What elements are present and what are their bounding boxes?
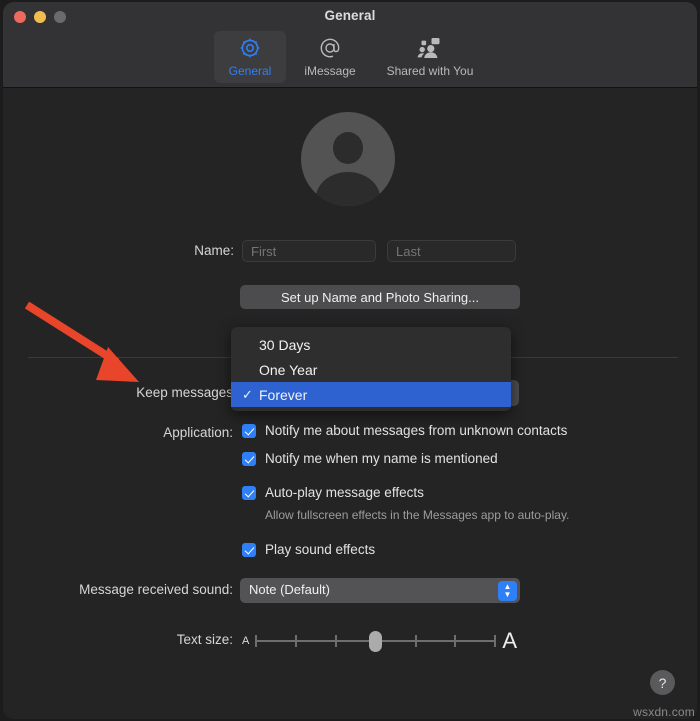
tab-general[interactable]: General <box>214 31 286 83</box>
text-size-slider-group: A A <box>242 626 517 656</box>
setup-name-photo-sharing-button[interactable]: Set up Name and Photo Sharing... <box>240 285 520 309</box>
text-size-slider[interactable] <box>255 629 497 653</box>
checkbox-label: Notify me when my name is mentioned <box>265 451 498 466</box>
last-name-input[interactable] <box>387 240 516 262</box>
menu-item-forever[interactable]: ✓ Forever <box>231 382 511 407</box>
menu-item-label: One Year <box>259 361 318 378</box>
tab-general-label: General <box>228 64 272 78</box>
chevron-down-icon: ▼ <box>503 589 512 599</box>
slider-tick <box>494 635 497 647</box>
checkbox-row-play-sound-effects[interactable]: Play sound effects <box>242 542 375 557</box>
keep-messages-dropdown-menu[interactable]: ✓ 30 Days ✓ One Year ✓ Forever <box>231 327 511 411</box>
menu-item-label: Forever <box>259 386 308 403</box>
checkbox-name-mentioned[interactable] <box>242 452 256 466</box>
menu-item-label: 30 Days <box>259 336 311 353</box>
preferences-window: General General iMessage Shared with You… <box>3 2 697 719</box>
checkbox-unknown-contacts[interactable] <box>242 424 256 438</box>
at-sign-icon <box>318 35 342 61</box>
message-received-sound-popup[interactable]: Note (Default) ▲ ▼ <box>240 578 520 603</box>
auto-play-help-text: Allow fullscreen effects in the Messages… <box>265 508 570 522</box>
checkbox-label: Notify me about messages from unknown co… <box>265 423 568 438</box>
window-titlebar: General General iMessage Shared with You <box>3 2 697 88</box>
slider-thumb[interactable] <box>369 631 383 652</box>
watermark: wsxdn.com <box>633 705 695 719</box>
tab-shared-with-you-label: Shared with You <box>386 64 474 78</box>
gear-icon <box>238 35 262 61</box>
checkbox-label: Play sound effects <box>265 542 376 557</box>
checkbox-play-sound-effects[interactable] <box>242 543 256 557</box>
checkmark-icon: ✓ <box>242 386 253 402</box>
first-name-input[interactable] <box>242 240 376 262</box>
chevron-up-icon: ▲ <box>503 581 512 591</box>
window-title: General <box>324 8 376 23</box>
slider-tick <box>334 635 337 647</box>
sound-value: Note (Default) <box>249 582 330 597</box>
person-placeholder-icon <box>333 132 363 164</box>
checkbox-row-unknown-contacts[interactable]: Notify me about messages from unknown co… <box>242 423 567 438</box>
application-label: Application: <box>163 425 233 440</box>
tab-imessage[interactable]: iMessage <box>294 31 366 83</box>
checkbox-label: Auto-play message effects <box>265 485 424 500</box>
checkbox-row-auto-play-effects[interactable]: Auto-play message effects <box>242 485 424 500</box>
keep-messages-label: Keep messages <box>136 385 233 400</box>
toolbar-tabs: General iMessage Shared with You <box>3 31 697 83</box>
checkbox-row-name-mentioned[interactable]: Notify me when my name is mentioned <box>242 451 498 466</box>
slider-tick <box>295 635 298 647</box>
checkbox-auto-play-effects[interactable] <box>242 486 256 500</box>
name-label: Name: <box>194 243 234 258</box>
small-a-icon: A <box>242 635 250 647</box>
chevron-updown-icon[interactable]: ▲ ▼ <box>498 580 517 601</box>
menu-item-one-year[interactable]: ✓ One Year <box>231 357 511 382</box>
tab-shared-with-you[interactable]: Shared with You <box>374 31 486 83</box>
help-button[interactable]: ? <box>650 670 675 695</box>
people-icon <box>417 35 443 61</box>
message-received-sound-label: Message received sound: <box>79 582 233 597</box>
slider-tick <box>454 635 457 647</box>
avatar[interactable] <box>301 112 395 206</box>
tab-imessage-label: iMessage <box>304 64 356 78</box>
slider-tick <box>414 635 417 647</box>
large-a-icon: A <box>502 628 517 653</box>
menu-item-30-days[interactable]: ✓ 30 Days <box>231 332 511 357</box>
text-size-label: Text size: <box>176 632 233 647</box>
preferences-content: Name: Set up Name and Photo Sharing... K… <box>3 88 697 719</box>
slider-tick <box>255 635 258 647</box>
